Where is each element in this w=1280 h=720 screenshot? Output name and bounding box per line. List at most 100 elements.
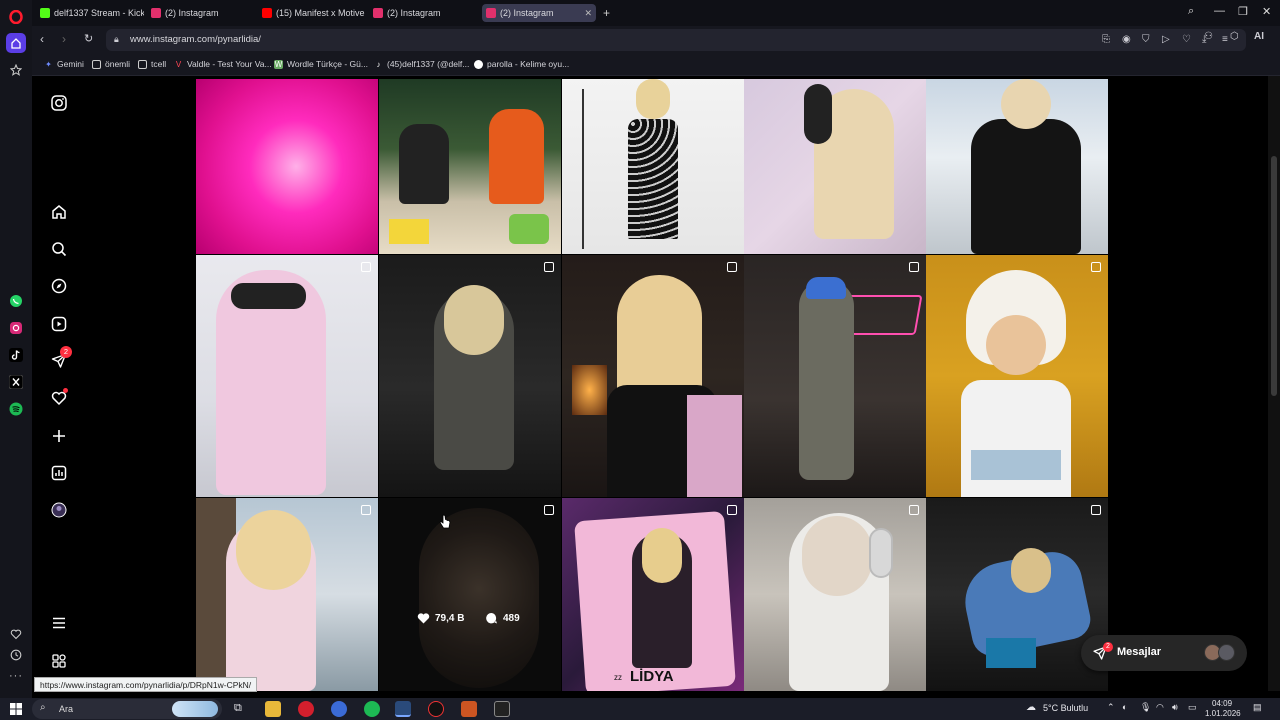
chrome-taskbar-icon[interactable] xyxy=(331,701,347,717)
epic-games-taskbar-icon[interactable] xyxy=(494,701,510,717)
file-explorer-icon[interactable] xyxy=(265,701,281,717)
messages-pill[interactable]: 2 Mesajlar xyxy=(1081,635,1247,671)
url-field[interactable]: 🔒︎ www.instagram.com/pynarlidia/ ⎘ ◉ ⛉ ▷… xyxy=(106,29,1246,51)
opera-logo-icon[interactable] xyxy=(6,7,26,27)
recorder-taskbar-icon[interactable] xyxy=(428,701,444,717)
post-thumbnail[interactable] xyxy=(926,255,1108,497)
post-thumbnail[interactable] xyxy=(926,498,1108,691)
ai-button[interactable]: AI xyxy=(1254,31,1264,42)
search-icon[interactable] xyxy=(49,239,69,259)
post-thumbnail[interactable] xyxy=(744,498,926,691)
bookmark-folder-tcell[interactable]: tcell xyxy=(138,59,166,69)
post-thumbnail[interactable] xyxy=(926,79,1108,254)
post-thumbnail[interactable] xyxy=(379,255,561,497)
tiktok-icon: ♪ xyxy=(376,59,381,69)
post-thumbnail[interactable] xyxy=(562,79,744,254)
clock-time[interactable]: 04:09 xyxy=(1212,699,1232,708)
post-thumbnail[interactable] xyxy=(744,255,926,497)
post-thumbnail[interactable] xyxy=(562,255,744,497)
back-icon[interactable]: ‹ xyxy=(40,32,44,46)
instagram-logo-icon[interactable] xyxy=(49,93,69,113)
minimize-icon[interactable]: — xyxy=(1214,5,1225,17)
shield-icon[interactable]: ⛉ xyxy=(1142,34,1150,45)
tray-expand-icon[interactable]: ⌃ xyxy=(1107,702,1115,713)
more-dots-icon[interactable]: ··· xyxy=(6,666,26,686)
wifi-icon[interactable]: ◠ xyxy=(1156,702,1164,713)
battery-icon[interactable]: ▭ xyxy=(1188,702,1197,713)
history-icon[interactable] xyxy=(6,645,26,665)
tab-title: (2) Instagram xyxy=(387,8,441,18)
notifications-center-icon[interactable]: ▤ xyxy=(1253,702,1262,713)
goggles-shape xyxy=(231,283,306,309)
tab-instagram-active[interactable]: (2) Instagram ✕ xyxy=(482,4,596,22)
dashboard-icon[interactable] xyxy=(49,463,69,483)
bookmark-wordle[interactable]: W Wordle Türkçe - Gü... xyxy=(274,59,368,69)
bookmark-gemini[interactable]: ✦ Gemini xyxy=(44,59,84,69)
tab-instagram-2[interactable]: (2) Instagram xyxy=(369,4,477,22)
tray-app-icon[interactable]: ◐ xyxy=(1122,702,1127,712)
whatsapp-icon[interactable] xyxy=(6,291,26,311)
messages-icon[interactable]: 2 xyxy=(49,346,72,371)
page-scrollbar[interactable] xyxy=(1268,76,1280,691)
x-twitter-icon[interactable] xyxy=(6,372,26,392)
close-window-icon[interactable]: ✕ xyxy=(1262,5,1271,18)
home-icon[interactable] xyxy=(49,202,69,222)
tab-instagram-1[interactable]: (2) Instagram xyxy=(147,4,255,22)
share-icon[interactable]: ⎘ xyxy=(1102,34,1110,45)
create-icon[interactable] xyxy=(49,426,69,446)
notifications-icon[interactable] xyxy=(49,388,69,408)
multi-photo-icon xyxy=(727,262,737,272)
home-icon[interactable] xyxy=(6,33,26,53)
spotify-taskbar-icon[interactable] xyxy=(364,701,380,717)
opera-gx-taskbar-icon[interactable] xyxy=(395,701,411,717)
reels-icon[interactable] xyxy=(49,314,69,334)
new-tab-button[interactable]: + xyxy=(599,4,613,22)
reload-icon[interactable]: ↻ xyxy=(84,32,93,45)
post-thumbnail[interactable]: LİDYA zz xyxy=(562,498,744,691)
star-icon[interactable] xyxy=(6,60,26,80)
post-thumbnail[interactable] xyxy=(379,79,561,254)
volume-icon[interactable]: 🔊︎ xyxy=(1172,702,1178,713)
tab-youtube[interactable]: (15) Manifest x Motive - Z xyxy=(258,4,366,22)
clock-date[interactable]: 1.01.2026 xyxy=(1205,709,1241,718)
profile-avatar-icon[interactable] xyxy=(49,500,69,520)
shield-app-taskbar-icon[interactable] xyxy=(461,701,477,717)
post-thumbnail[interactable] xyxy=(744,79,926,254)
valorant-icon: V xyxy=(175,59,182,69)
instagram-sidebar-icon[interactable] xyxy=(6,318,26,338)
figure-shape xyxy=(1001,79,1051,129)
send-icon[interactable]: ▷ xyxy=(1162,34,1170,45)
bookmark-heart-icon[interactable]: ♡ xyxy=(1182,34,1191,45)
task-view-icon[interactable]: ⧉ xyxy=(234,702,242,715)
forward-icon[interactable]: › xyxy=(62,32,66,46)
search-tabs-icon[interactable]: ⌕ xyxy=(1188,5,1194,18)
post-thumbnail[interactable] xyxy=(196,498,378,691)
bookmark-valdle[interactable]: V Valdle - Test Your Va... xyxy=(174,59,272,69)
tiktok-icon[interactable] xyxy=(6,345,26,365)
scrollbar-thumb[interactable] xyxy=(1271,156,1277,396)
also-from-meta-icon[interactable] xyxy=(49,651,69,671)
taskbar-search[interactable]: ⌕ Ara xyxy=(32,699,222,719)
close-tab-icon[interactable]: ✕ xyxy=(580,8,592,19)
bookmark-tiktok[interactable]: ♪ (45)delf1337 (@delf... xyxy=(374,59,470,69)
bookmark-parolla[interactable]: parolla - Kelime oyu... xyxy=(474,59,569,69)
more-menu-icon[interactable] xyxy=(49,613,69,633)
menu-icon[interactable]: ≡ xyxy=(1222,34,1228,45)
post-thumbnail[interactable] xyxy=(196,79,378,254)
maximize-icon[interactable]: ❐ xyxy=(1238,5,1248,18)
tab-kick[interactable]: delf1337 Stream - Kick Da xyxy=(36,4,144,22)
camera-icon[interactable]: ◉ xyxy=(1122,34,1131,45)
microphone-icon[interactable]: 🎙︎ xyxy=(1140,702,1151,713)
opera-taskbar-icon[interactable] xyxy=(298,701,314,717)
comment-count: 489 xyxy=(485,612,520,624)
windows-start-icon[interactable] xyxy=(10,703,22,715)
post-thumbnail[interactable] xyxy=(196,255,378,497)
spotify-icon[interactable] xyxy=(6,399,26,419)
weather-text[interactable]: 5°C Bulutlu xyxy=(1043,703,1088,713)
post-thumbnail-hovered[interactable]: 79,4 B 489 xyxy=(379,498,561,691)
profile-icon[interactable]: ⚇ xyxy=(1204,31,1213,42)
extensions-icon[interactable]: ⬡ xyxy=(1230,31,1239,42)
explore-icon[interactable] xyxy=(49,276,69,296)
heart-icon[interactable] xyxy=(6,624,26,644)
bookmark-folder-onemli[interactable]: önemli xyxy=(92,59,130,69)
